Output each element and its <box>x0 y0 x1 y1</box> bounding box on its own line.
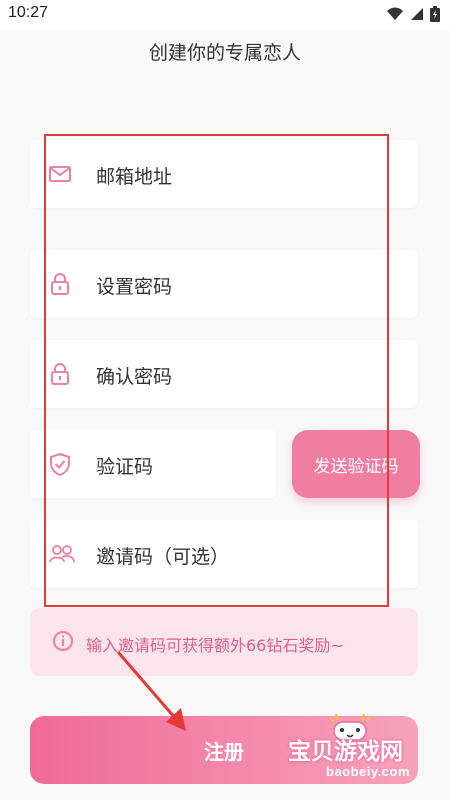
shield-check-icon <box>48 452 72 477</box>
status-icons <box>386 6 440 22</box>
confirm-password-placeholder: 确认密码 <box>96 366 173 388</box>
lock-icon <box>48 272 72 296</box>
password-field[interactable]: 设置密码 <box>30 250 418 318</box>
invite-code-field[interactable]: 邀请码（可选） <box>30 520 418 588</box>
email-field[interactable]: 邮箱地址 <box>30 140 418 208</box>
invite-tip: 输入邀请码可获得额外66钻石奖励~ <box>30 608 418 676</box>
watermark-logo: 宝贝游戏网 baobeiy.com <box>280 712 430 790</box>
password-placeholder: 设置密码 <box>96 276 173 298</box>
verification-code-field[interactable]: 验证码 <box>30 430 276 498</box>
signal-icon <box>411 8 423 20</box>
confirm-password-field[interactable]: 确认密码 <box>30 340 418 408</box>
invite-tip-text: 输入邀请码可获得额外66钻石奖励~ <box>86 636 344 655</box>
verification-code-placeholder: 验证码 <box>96 456 154 478</box>
mail-icon <box>48 162 72 186</box>
status-bar: 10:27 <box>0 0 450 30</box>
wifi-icon <box>387 7 403 20</box>
send-code-button[interactable]: 发送验证码 <box>292 430 420 498</box>
invite-code-placeholder: 邀请码（可选） <box>96 546 230 568</box>
email-placeholder: 邮箱地址 <box>96 166 173 188</box>
page-title: 创建你的专属恋人 <box>148 42 301 64</box>
watermark-site: baobeiy.com <box>326 764 411 779</box>
battery-icon <box>430 6 440 22</box>
info-icon <box>52 630 74 652</box>
users-icon <box>48 542 75 566</box>
lock-icon <box>48 362 72 386</box>
status-time: 10:27 <box>8 4 49 21</box>
watermark-title: 宝贝游戏网 <box>288 739 403 765</box>
